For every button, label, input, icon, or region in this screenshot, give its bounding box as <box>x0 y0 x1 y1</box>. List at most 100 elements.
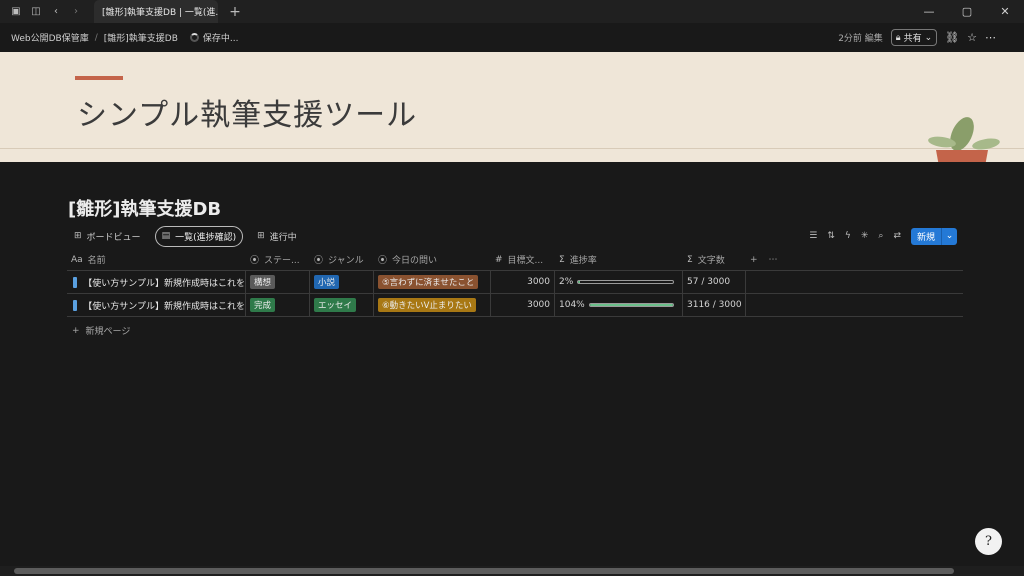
link-icon[interactable]: ⛓︎ <box>945 31 959 44</box>
page-cover: シンプル執筆支援ツール <box>0 52 1024 162</box>
search-icon[interactable]: ⌕ <box>878 231 883 241</box>
forward-icon[interactable]: › <box>66 0 86 23</box>
more-icon[interactable]: ⋯ <box>769 255 778 265</box>
tab-list-progress[interactable]: ▤ 一覧(進捗確認) <box>154 225 244 247</box>
column-label: ジャンル <box>328 256 364 266</box>
progress-percent: 2% <box>559 277 574 287</box>
saving-status: 保存中... <box>189 31 239 44</box>
cell-name[interactable]: 【使い方サンプル】新規作成時はこれを <box>67 294 246 316</box>
add-column-icon[interactable]: + <box>750 255 758 265</box>
more-icon[interactable]: ⋯ <box>985 31 996 44</box>
column-header-count[interactable]: Σ 文字数 <box>683 249 746 270</box>
text-icon: Aa <box>71 254 83 265</box>
share-label: 共有 <box>903 34 922 44</box>
cell-count[interactable]: 57 / 3000 <box>683 271 746 293</box>
view-label: 進行中 <box>269 232 297 243</box>
cell-empty <box>746 294 963 316</box>
table-row[interactable]: 【使い方サンプル】新規作成時はこれを 構想 小説 ⑤言わずに済ませたこと 300… <box>67 271 963 294</box>
new-button-label[interactable]: 新規 <box>911 228 941 245</box>
column-label: 今日の問い <box>392 256 438 266</box>
formula-icon: Σ <box>559 254 565 265</box>
sidebar-toggle-icon[interactable]: ◫ <box>26 0 46 23</box>
cover-title: シンプル執筆支援ツール <box>77 98 418 133</box>
cell-genre[interactable]: エッセイ <box>310 294 374 316</box>
column-header-actions: + ⋯ <box>746 249 963 270</box>
close-window-button[interactable]: ✕ <box>986 0 1024 23</box>
column-header-genre[interactable]: ⦿ ジャンル <box>310 249 374 270</box>
progress-fill <box>589 304 673 306</box>
formula-icon: Σ <box>687 254 693 265</box>
progress-fill <box>578 281 581 283</box>
chevron-down-icon[interactable]: ⌄ <box>941 227 957 245</box>
tab-in-progress[interactable]: ⊞ 進行中 <box>251 227 303 246</box>
maximize-button[interactable]: ▢ <box>948 0 986 23</box>
cell-goal[interactable]: 3000 <box>491 271 555 293</box>
progress-bar <box>588 303 674 307</box>
tab-active[interactable]: [雛形]執筆支援DB | 一覧(進... ✕ <box>94 0 218 23</box>
column-header-progress[interactable]: Σ 進捗率 <box>555 249 683 270</box>
lock-icon: 🔒︎ <box>895 32 901 43</box>
status-badge: 完成 <box>250 298 276 312</box>
column-header-name[interactable]: Aa 名前 <box>67 249 246 270</box>
question-mark-icon: ? <box>985 534 992 549</box>
select-icon: ⦿ <box>378 256 388 266</box>
cell-goal[interactable]: 3000 <box>491 294 555 316</box>
database-title[interactable]: [雛形]執筆支援DB <box>68 195 221 221</box>
column-label: 文字数 <box>697 256 725 266</box>
genre-badge: エッセイ <box>314 298 357 312</box>
share-button[interactable]: 🔒︎ 共有 ⌄ <box>890 29 938 46</box>
breadcrumb-item-page[interactable]: [雛形]執筆支援DB <box>104 31 178 44</box>
cell-status[interactable]: 構想 <box>246 271 310 293</box>
help-button[interactable]: ? <box>975 528 1002 555</box>
database-table: Aa 名前 ⦿ ステー... ⦿ ジャンル ⦿ 今日の問い # 目標文... Σ… <box>67 249 963 317</box>
table-row[interactable]: 【使い方サンプル】新規作成時はこれを 完成 エッセイ ⑥動きたいV止まりたい 3… <box>67 294 963 317</box>
sparkle-icon[interactable]: ✳ <box>861 231 869 241</box>
cell-genre[interactable]: 小説 <box>310 271 374 293</box>
breadcrumb-item-workspace[interactable]: Web公開DB保管庫 <box>11 31 89 44</box>
new-button[interactable]: 新規 ⌄ <box>910 227 957 245</box>
horizontal-scrollbar[interactable] <box>0 566 1024 576</box>
row-title[interactable]: 【使い方サンプル】新規作成時はこれを <box>83 276 245 289</box>
breadcrumb: Web公開DB保管庫 / [雛形]執筆支援DB 保存中... <box>0 31 239 45</box>
board-icon: ⊞ <box>257 231 265 241</box>
scrollbar-thumb[interactable] <box>14 568 954 574</box>
status-icon: ⦿ <box>250 256 260 266</box>
cell-status[interactable]: 完成 <box>246 294 310 316</box>
column-header-status[interactable]: ⦿ ステー... <box>246 249 310 270</box>
filter-icon[interactable]: ☰ <box>809 231 817 241</box>
browser-titlebar: ▣ ◫ ‹ › [雛形]執筆支援DB | 一覧(進... ✕ + — ▢ ✕ <box>0 0 1024 23</box>
cell-progress[interactable]: 2% <box>555 271 683 293</box>
star-icon[interactable]: ☆ <box>967 31 977 44</box>
page-icon <box>73 276 78 288</box>
status-badge: 構想 <box>250 275 276 289</box>
cell-question[interactable]: ⑤言わずに済ませたこと <box>374 271 491 293</box>
genre-badge: 小説 <box>314 275 340 289</box>
cell-count[interactable]: 3116 / 3000 <box>683 294 746 316</box>
chevron-down-icon: ⌄ <box>924 32 933 43</box>
column-label: ステー... <box>264 256 300 266</box>
new-page-label: 新規ページ <box>85 327 131 337</box>
breadcrumb-separator: / <box>94 32 98 43</box>
view-label: 一覧(進捗確認) <box>175 232 237 243</box>
cell-question[interactable]: ⑥動きたいV止まりたい <box>374 294 491 316</box>
column-header-goal[interactable]: # 目標文... <box>491 249 555 270</box>
view-tabs: ⊞ ボードビュー ▤ 一覧(進捗確認) ⊞ 進行中 <box>68 225 303 247</box>
row-title[interactable]: 【使い方サンプル】新規作成時はこれを <box>83 299 245 312</box>
sort-icon[interactable]: ⇅ <box>827 231 835 241</box>
cell-empty <box>746 271 963 293</box>
view-label: ボードビュー <box>86 232 141 243</box>
cell-progress[interactable]: 104% <box>555 294 683 316</box>
back-icon[interactable]: ‹ <box>46 0 66 23</box>
tab-board-view[interactable]: ⊞ ボードビュー <box>68 227 147 246</box>
app-menu-icon[interactable]: ▣ <box>6 0 26 23</box>
minimize-button[interactable]: — <box>910 0 948 23</box>
automation-icon[interactable]: ϟ <box>845 231 851 241</box>
cell-name[interactable]: 【使い方サンプル】新規作成時はこれを <box>67 271 246 293</box>
column-label: 進捗率 <box>569 256 597 266</box>
new-tab-button[interactable]: + <box>224 4 246 20</box>
question-badge: ⑤言わずに済ませたこと <box>378 275 479 289</box>
new-page-button[interactable]: + 新規ページ <box>72 324 131 338</box>
progress-percent: 104% <box>559 300 585 310</box>
settings-icon[interactable]: ⇄ <box>893 231 901 241</box>
column-header-question[interactable]: ⦿ 今日の問い <box>374 249 491 270</box>
